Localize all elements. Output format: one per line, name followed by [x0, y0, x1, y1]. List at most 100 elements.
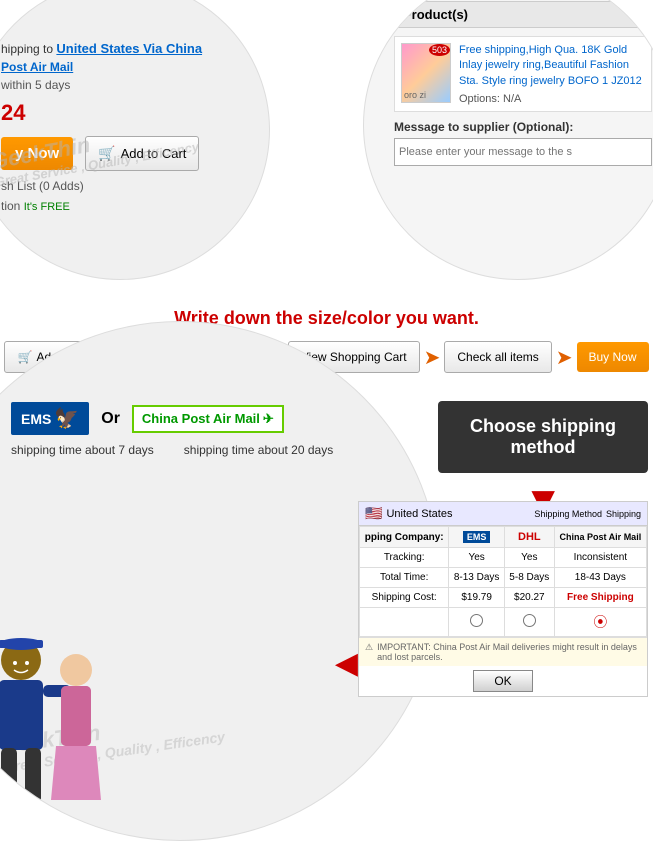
ems-time-text: shipping time about 7 days — [11, 443, 154, 457]
buy-now-button[interactable]: y Now — [1, 137, 73, 170]
ems-radio[interactable] — [470, 614, 483, 627]
or-text: Or — [101, 410, 120, 428]
tracking-row: Tracking: Yes Yes Inconsistent — [360, 548, 647, 568]
us-flag-icon: 🇺🇸 — [365, 505, 382, 522]
shipping-table-header: 🇺🇸 United States Shipping Method Shippin… — [359, 502, 647, 526]
col-company: pping Company: — [360, 527, 449, 548]
ems-cost: $19.79 — [449, 588, 505, 608]
add-to-cart-button[interactable]: 🛒 Add to Cart — [85, 136, 199, 171]
cost-label: Shipping Cost: — [360, 588, 449, 608]
china-post-selected-icon: ⦿ — [593, 614, 607, 630]
right-circle: Product(s) 503 oro zi Free shipping,High… — [363, 0, 653, 280]
china-post-cost: Free Shipping — [554, 588, 646, 608]
buy-now-step-button[interactable]: Buy Now — [577, 342, 649, 372]
free-badge: It's FREE — [24, 201, 70, 213]
cart-icon: 🛒 — [98, 145, 115, 162]
china-post-icon: ✈ — [263, 411, 274, 427]
ems-text: EMS — [21, 411, 51, 427]
dhl-radio-cell[interactable] — [504, 608, 554, 637]
china-post-tracking: Inconsistent — [554, 548, 646, 568]
dhl-cost: $20.27 — [504, 588, 554, 608]
ems-time: 8-13 Days — [449, 568, 505, 588]
ems-bird-icon: 🦅 — [54, 406, 79, 431]
choose-shipping-label: Choose shipping method — [470, 416, 616, 457]
product-image: 503 oro zi — [401, 43, 451, 103]
product-description: Free shipping,High Qua. 18K Gold Inlay j… — [459, 43, 645, 89]
china-post-time: 18-43 Days — [554, 568, 646, 588]
table-header-row: pping Company: EMS DHL China Post Air Ma… — [360, 527, 647, 548]
check-items-label: Check all items — [457, 350, 538, 364]
dhl-time: 5-8 Days — [504, 568, 554, 588]
choose-shipping-box: Choose shipping method — [438, 401, 648, 473]
protection: tion It's FREE — [1, 199, 259, 213]
time-row: Total Time: 8-13 Days 5-8 Days 18-43 Day… — [360, 568, 647, 588]
ems-radio-cell[interactable] — [449, 608, 505, 637]
radio-row: ⦿ — [360, 608, 647, 637]
left-circle-content: hipping to United States Via China Post … — [1, 41, 259, 213]
china-post-radio-cell[interactable]: ⦿ — [554, 608, 646, 637]
check-items-button[interactable]: Check all items — [444, 341, 551, 373]
top-section: hipping to United States Via China Post … — [0, 0, 653, 300]
important-note-text: IMPORTANT: China Post Air Mail deliverie… — [377, 642, 641, 662]
shipping-region-label: Shipping Method — [534, 509, 602, 519]
ems-logo: EMS 🦅 — [11, 402, 89, 435]
important-note: ⚠ IMPORTANT: China Post Air Mail deliver… — [359, 637, 647, 666]
china-post-time-item: shipping time about 20 days — [184, 443, 333, 457]
arrow-icon-3: ➤ — [424, 345, 441, 370]
shipping-time-row: shipping time about 7 days shipping time… — [11, 443, 419, 457]
shipping-table-area: 🇺🇸 United States Shipping Method Shippin… — [358, 501, 648, 697]
china-post-time-text: shipping time about 20 days — [184, 443, 333, 457]
col-dhl: DHL — [504, 527, 554, 548]
product-badge: 503 — [429, 44, 450, 56]
dhl-tracking: Yes — [504, 548, 554, 568]
ems-cell-logo: EMS — [463, 531, 491, 543]
cart-step-icon: 🛒 — [17, 350, 32, 364]
shipping-to-line: hipping to United States Via China — [1, 41, 259, 56]
options-label: Options: — [459, 93, 500, 105]
dhl-radio[interactable] — [523, 614, 536, 627]
ems-time-item: shipping time about 7 days — [11, 443, 154, 457]
arrow-icon-4: ➤ — [556, 345, 573, 370]
post-air-mail: Post Air Mail — [1, 60, 259, 74]
china-post-box: China Post Air Mail ✈ — [132, 405, 284, 433]
delivery-person-svg — [0, 630, 101, 830]
tracking-label: Tracking: — [360, 548, 449, 568]
add-to-cart-label: Add to Cart — [121, 146, 187, 161]
china-post-col-label: China Post Air Mail — [560, 532, 642, 542]
col-ems: EMS — [449, 527, 505, 548]
ok-button[interactable]: OK — [473, 670, 532, 692]
shipping-options-row: EMS 🦅 Or China Post Air Mail ✈ — [11, 402, 419, 435]
price: 24 — [1, 100, 259, 126]
dhl-logo: DHL — [518, 531, 541, 543]
radio-label — [360, 608, 449, 637]
product-options: Options: N/A — [459, 93, 645, 105]
arrow-left-icon: ◀ — [335, 646, 358, 681]
post-air-mail-link[interactable]: Post Air Mail — [1, 60, 73, 74]
delivery-days: within 5 days — [1, 78, 259, 92]
bottom-section: EMS 🦅 Or China Post Air Mail ✈ shipping … — [0, 381, 653, 781]
product-details: Free shipping,High Qua. 18K Gold Inlay j… — [459, 43, 645, 105]
product-header: Product(s) — [394, 1, 652, 28]
col-china-post: China Post Air Mail — [554, 527, 646, 548]
bottom-circle-content: EMS 🦅 Or China Post Air Mail ✈ shipping … — [11, 402, 419, 457]
shipping-link[interactable]: United States Via China — [56, 41, 202, 56]
options-value: N/A — [503, 93, 521, 105]
message-input[interactable] — [394, 138, 652, 166]
ems-tracking: Yes — [449, 548, 505, 568]
shipping-table: pping Company: EMS DHL China Post Air Ma… — [359, 526, 647, 637]
product-row: 503 oro zi Free shipping,High Qua. 18K G… — [394, 36, 652, 112]
right-circle-content: Product(s) 503 oro zi Free shipping,High… — [394, 1, 652, 166]
brand-label: oro zi — [404, 90, 426, 100]
cost-row: Shipping Cost: $19.79 $20.27 Free Shippi… — [360, 588, 647, 608]
shipping-label: hipping to — [1, 42, 53, 56]
delivery-person — [0, 630, 101, 830]
shipping-region-sub: Shipping — [606, 509, 641, 519]
message-label: Message to supplier (Optional): — [394, 120, 652, 134]
time-label: Total Time: — [360, 568, 449, 588]
country-label: United States — [386, 508, 452, 520]
left-circle: hipping to United States Via China Post … — [0, 0, 270, 280]
write-down-section: Write down the size/color you want. — [0, 300, 653, 333]
china-post-label: China Post Air Mail — [142, 411, 260, 426]
wish-list: sh List (0 Adds) — [1, 179, 259, 193]
buy-now-step-label: Buy Now — [589, 350, 637, 364]
